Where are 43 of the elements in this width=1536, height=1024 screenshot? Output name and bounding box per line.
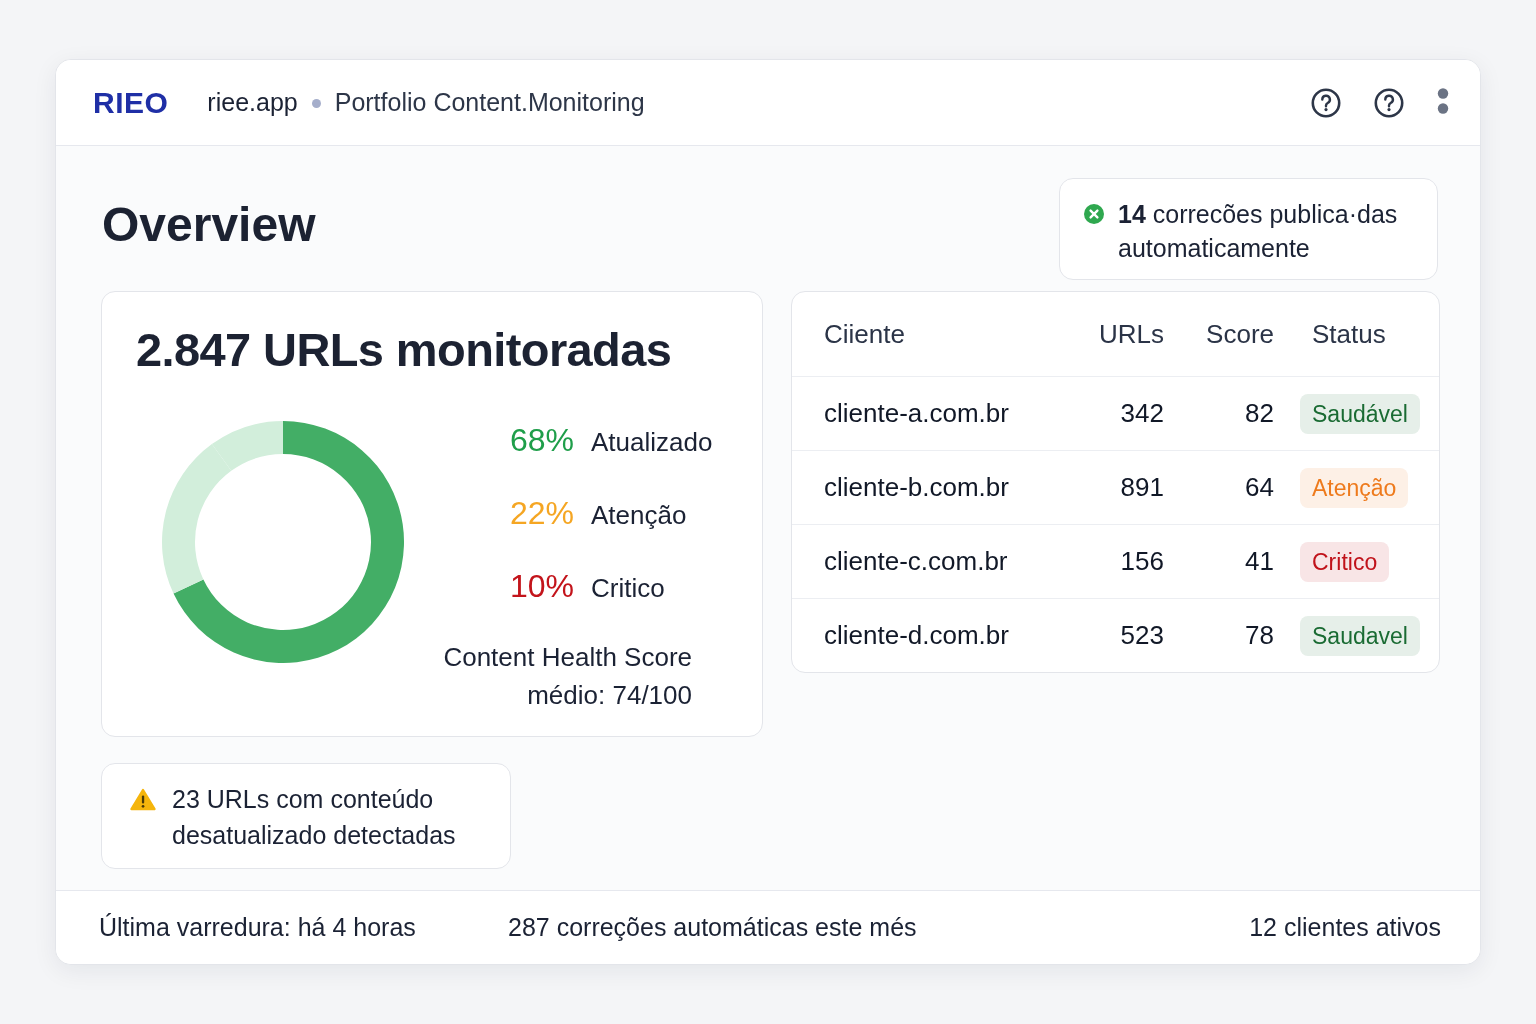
summary-title: 2.847 URLs monitoradas: [136, 322, 673, 378]
dot-icon: [311, 99, 321, 108]
status-badge: Atenção: [1300, 467, 1409, 508]
help-icon[interactable]: [1311, 87, 1341, 118]
legend-label: Atenção: [591, 499, 688, 532]
table-cell-text: 64: [1244, 472, 1274, 503]
table-cell-text: 891: [1119, 472, 1164, 503]
legend-percentage: 10%: [508, 567, 574, 606]
app-title: Portfolio Content.Monitoring: [334, 88, 645, 117]
table-cell-text: 342: [1119, 398, 1164, 429]
score-text: Content Health Score médio: 74/100: [442, 641, 692, 712]
legend-label: Atualizado: [591, 426, 713, 459]
legend-label: Critico: [591, 572, 666, 605]
logo: RIEO: [93, 85, 169, 120]
status-text: Última varredura: há 4 horas: [99, 913, 417, 942]
domain-label: riee.app: [207, 88, 298, 117]
status-badge: Critico: [1300, 541, 1390, 582]
notice-text: 14 correcões publica·das automaticamente: [1118, 199, 1399, 264]
page-title: Overview: [102, 197, 316, 253]
status-badge: Saudável: [1300, 393, 1420, 434]
table-cell-text: 78: [1244, 620, 1274, 651]
status-badge: Saudavel: [1300, 615, 1420, 656]
column-header: URLs: [1098, 318, 1164, 350]
legend-percentage: 68%: [508, 421, 574, 460]
table-cell-text: cliente-a.com.br: [824, 398, 1010, 429]
status-text: 12 clientes ativos: [1249, 913, 1441, 942]
x-circle-icon: [1084, 204, 1104, 224]
column-header: Score: [1205, 318, 1274, 350]
alert-text: 23 URLs com conteúdo desatualizado detectadas: [172, 784, 457, 851]
table-cell-text: 156: [1119, 546, 1164, 577]
more-icon[interactable]: [1437, 87, 1449, 114]
table-cell-text: 523: [1119, 620, 1164, 651]
column-header: Ciiente: [824, 318, 906, 350]
legend-percentage: 22%: [508, 494, 574, 533]
help-icon[interactable]: [1374, 87, 1404, 118]
status-text: 287 correções automáticas este més: [508, 913, 918, 942]
column-header: Status: [1311, 318, 1387, 350]
table-cell-text: cliente-b.com.br: [824, 472, 1010, 503]
table-cell-text: 82: [1244, 398, 1274, 429]
warning-icon: [130, 788, 156, 811]
table-cell-text: 41: [1244, 546, 1274, 577]
table-cell-text: cliente-c.com.br: [824, 546, 1009, 577]
table-cell-text: cliente-d.com.br: [824, 620, 1010, 651]
